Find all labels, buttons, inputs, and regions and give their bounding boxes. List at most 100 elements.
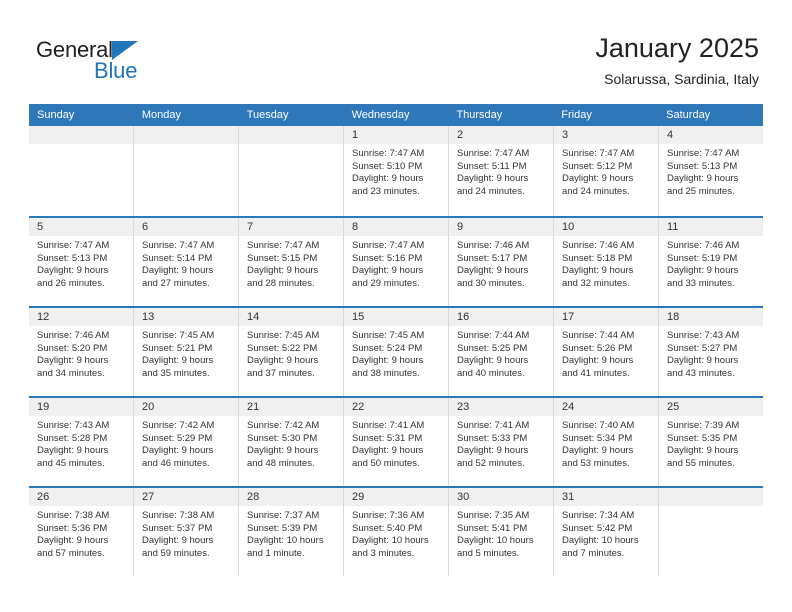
day-number-band: 27 (134, 488, 238, 506)
day-cell-8[interactable]: 8 Sunrise: 7:47 AM Sunset: 5:16 PM Daylight… (344, 218, 449, 306)
day-cell-12[interactable]: 12 Sunrise: 7:46 AM Sunset: 5:20 PM Dayligh… (29, 308, 134, 396)
day-cell-18[interactable]: 18 Sunrise: 7:43 AM Sunset: 5:27 PM Dayligh… (659, 308, 763, 396)
day-cell-30[interactable]: 30 Sunrise: 7:35 AM Sunset: 5:41 PM Dayligh… (449, 488, 554, 576)
day-cell-22[interactable]: 22 Sunrise: 7:41 AM Sunset: 5:31 PM Dayligh… (344, 398, 449, 486)
daylight-text: Daylight: 9 hours (142, 355, 214, 367)
day-details: Sunrise: 7:45 AM Sunset: 5:24 PM Daylight:… (344, 326, 448, 380)
day-details: Sunrise: 7:44 AM Sunset: 5:25 PM Daylight:… (449, 326, 553, 380)
day-number-band: 15 (344, 308, 448, 326)
day-number-band (134, 126, 238, 144)
day-cell-16[interactable]: 16 Sunrise: 7:44 AM Sunset: 5:25 PM Dayligh… (449, 308, 554, 396)
day-cell-23[interactable]: 23 Sunrise: 7:41 AM Sunset: 5:33 PM Dayligh… (449, 398, 554, 486)
day-details: Sunrise: 7:35 AM Sunset: 5:41 PM Daylight:… (449, 506, 553, 560)
day-cell-3[interactable]: 3 Sunrise: 7:47 AM Sunset: 5:12 PM Daylight… (554, 126, 659, 216)
day-details (29, 144, 133, 148)
daylight-text-cont: and 26 minutes. (37, 277, 105, 289)
day-cell-21[interactable]: 21 Sunrise: 7:42 AM Sunset: 5:30 PM Dayligh… (239, 398, 344, 486)
day-number: 23 (457, 401, 470, 413)
day-cell-25[interactable]: 25 Sunrise: 7:39 AM Sunset: 5:35 PM Dayligh… (659, 398, 763, 486)
daylight-text-cont: and 43 minutes. (667, 367, 735, 379)
sunrise-text: Sunrise: 7:43 AM (667, 330, 740, 341)
day-cell-4[interactable]: 4 Sunrise: 7:47 AM Sunset: 5:13 PM Daylight… (659, 126, 763, 216)
day-details (239, 144, 343, 148)
general-blue-logo[interactable]: General Blue (36, 38, 176, 84)
day-cell-20[interactable]: 20 Sunrise: 7:42 AM Sunset: 5:29 PM Dayligh… (134, 398, 239, 486)
sunset-text: Sunset: 5:29 PM (142, 432, 213, 444)
day-cell-13[interactable]: 13 Sunrise: 7:45 AM Sunset: 5:21 PM Dayligh… (134, 308, 239, 396)
sunset-text: Sunset: 5:11 PM (457, 160, 527, 172)
day-number: 12 (37, 311, 50, 323)
daylight-text-cont: and 35 minutes. (142, 367, 210, 379)
daylight-text: Daylight: 9 hours (352, 173, 424, 185)
day-cell-7[interactable]: 7 Sunrise: 7:47 AM Sunset: 5:15 PM Daylight… (239, 218, 344, 306)
day-cell-17[interactable]: 17 Sunrise: 7:44 AM Sunset: 5:26 PM Dayligh… (554, 308, 659, 396)
title-block: January 2025 Solarussa, Sardinia, Italy (595, 32, 759, 89)
daylight-text: Daylight: 9 hours (37, 445, 109, 457)
daylight-text: Daylight: 9 hours (142, 535, 214, 547)
sunset-text: Sunset: 5:12 PM (562, 160, 633, 172)
day-number-band: 8 (344, 218, 448, 236)
day-cell-31[interactable]: 31 Sunrise: 7:34 AM Sunset: 5:42 PM Dayligh… (554, 488, 659, 576)
day-cell-empty (659, 488, 763, 576)
daylight-text-cont: and 53 minutes. (562, 457, 630, 469)
day-header-monday: Monday (141, 109, 181, 121)
daylight-text-cont: and 37 minutes. (247, 367, 315, 379)
day-number: 22 (352, 401, 365, 413)
daylight-text: Daylight: 9 hours (457, 265, 529, 277)
day-details: Sunrise: 7:47 AM Sunset: 5:16 PM Daylight:… (344, 236, 448, 290)
day-number-band (239, 126, 343, 144)
day-cell-6[interactable]: 6 Sunrise: 7:47 AM Sunset: 5:14 PM Daylight… (134, 218, 239, 306)
day-cell-24[interactable]: 24 Sunrise: 7:40 AM Sunset: 5:34 PM Dayligh… (554, 398, 659, 486)
sunset-text: Sunset: 5:35 PM (667, 432, 738, 444)
daylight-text: Daylight: 10 hours (457, 535, 534, 547)
day-cell-5[interactable]: 5 Sunrise: 7:47 AM Sunset: 5:13 PM Daylight… (29, 218, 134, 306)
day-details: Sunrise: 7:38 AM Sunset: 5:37 PM Daylight:… (134, 506, 238, 560)
day-cell-9[interactable]: 9 Sunrise: 7:46 AM Sunset: 5:17 PM Daylight… (449, 218, 554, 306)
daylight-text: Daylight: 9 hours (457, 445, 529, 457)
daylight-text-cont: and 40 minutes. (457, 367, 525, 379)
calendar-week-row: 1 Sunrise: 7:47 AM Sunset: 5:10 PM Daylight… (29, 126, 763, 216)
calendar-page: General Blue January 2025 Solarussa, Sar… (0, 0, 792, 612)
sunset-text: Sunset: 5:26 PM (562, 342, 633, 354)
day-details: Sunrise: 7:45 AM Sunset: 5:21 PM Daylight:… (134, 326, 238, 380)
day-cell-29[interactable]: 29 Sunrise: 7:36 AM Sunset: 5:40 PM Dayligh… (344, 488, 449, 576)
day-cell-1[interactable]: 1 Sunrise: 7:47 AM Sunset: 5:10 PM Daylight… (344, 126, 449, 216)
day-number: 19 (37, 401, 50, 413)
day-cell-15[interactable]: 15 Sunrise: 7:45 AM Sunset: 5:24 PM Dayligh… (344, 308, 449, 396)
daylight-text-cont: and 52 minutes. (457, 457, 525, 469)
daylight-text-cont: and 3 minutes. (352, 547, 415, 559)
day-details: Sunrise: 7:41 AM Sunset: 5:31 PM Daylight:… (344, 416, 448, 470)
day-number: 10 (562, 221, 575, 233)
daylight-text: Daylight: 10 hours (247, 535, 324, 547)
day-number: 30 (457, 491, 470, 503)
daylight-text: Daylight: 9 hours (457, 173, 529, 185)
day-details: Sunrise: 7:38 AM Sunset: 5:36 PM Daylight:… (29, 506, 133, 560)
page-title: January 2025 (595, 33, 759, 63)
daylight-text: Daylight: 9 hours (247, 445, 319, 457)
day-cell-14[interactable]: 14 Sunrise: 7:45 AM Sunset: 5:22 PM Dayligh… (239, 308, 344, 396)
sunset-text: Sunset: 5:24 PM (352, 342, 423, 354)
daylight-text-cont: and 59 minutes. (142, 547, 210, 559)
sunset-text: Sunset: 5:37 PM (142, 522, 213, 534)
day-number-band: 31 (554, 488, 658, 506)
day-cell-28[interactable]: 28 Sunrise: 7:37 AM Sunset: 5:39 PM Dayligh… (239, 488, 344, 576)
day-cell-2[interactable]: 2 Sunrise: 7:47 AM Sunset: 5:11 PM Daylight… (449, 126, 554, 216)
daylight-text: Daylight: 9 hours (37, 265, 109, 277)
day-cell-27[interactable]: 27 Sunrise: 7:38 AM Sunset: 5:37 PM Dayligh… (134, 488, 239, 576)
sunset-text: Sunset: 5:13 PM (667, 160, 738, 172)
day-number: 27 (142, 491, 155, 503)
daylight-text-cont: and 30 minutes. (457, 277, 525, 289)
sunset-text: Sunset: 5:22 PM (247, 342, 318, 354)
day-cell-19[interactable]: 19 Sunrise: 7:43 AM Sunset: 5:28 PM Dayligh… (29, 398, 134, 486)
day-cell-11[interactable]: 11 Sunrise: 7:46 AM Sunset: 5:19 PM Dayligh… (659, 218, 763, 306)
sunrise-text: Sunrise: 7:45 AM (142, 330, 215, 341)
day-number: 28 (247, 491, 260, 503)
day-cell-26[interactable]: 26 Sunrise: 7:38 AM Sunset: 5:36 PM Dayligh… (29, 488, 134, 576)
day-details: Sunrise: 7:47 AM Sunset: 5:12 PM Daylight:… (554, 144, 658, 198)
sunrise-text: Sunrise: 7:47 AM (142, 240, 215, 251)
day-cell-10[interactable]: 10 Sunrise: 7:46 AM Sunset: 5:18 PM Dayligh… (554, 218, 659, 306)
day-details: Sunrise: 7:46 AM Sunset: 5:20 PM Daylight:… (29, 326, 133, 380)
sunrise-text: Sunrise: 7:47 AM (457, 148, 530, 159)
calendar-week-row: 5 Sunrise: 7:47 AM Sunset: 5:13 PM Daylight… (29, 216, 763, 306)
sunset-text: Sunset: 5:21 PM (142, 342, 213, 354)
